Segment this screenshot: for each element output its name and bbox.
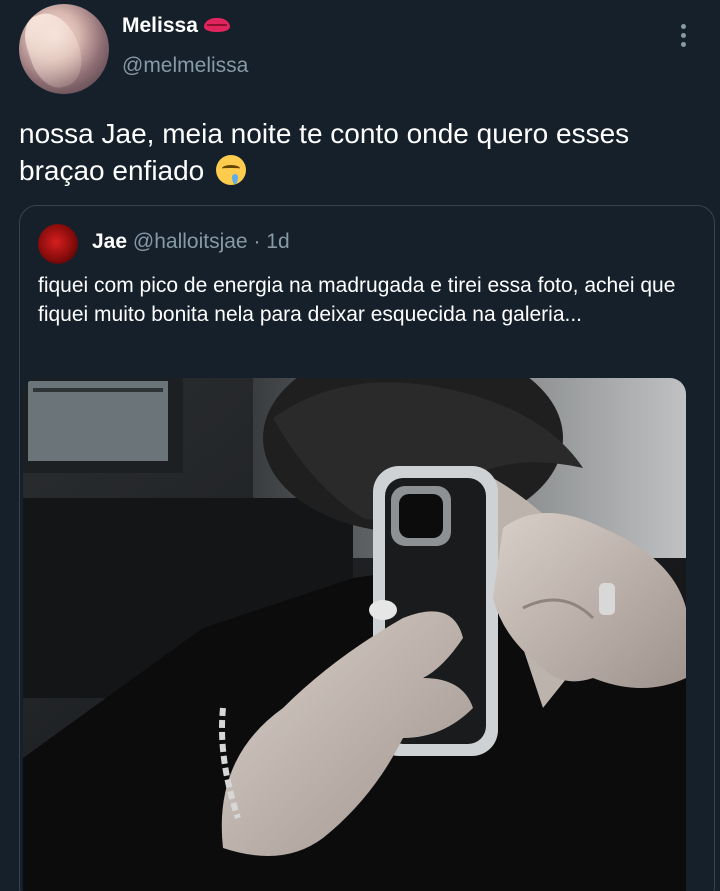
quoted-author-avatar[interactable] xyxy=(38,224,78,264)
quoted-tweet[interactable]: Jae @halloitsjae · 1d fiquei com pico de… xyxy=(19,205,715,891)
author-name-text: Melissa xyxy=(122,14,198,37)
quoted-tweet-text: fiquei com pico de energia na madrugada … xyxy=(38,274,676,326)
author-display-name[interactable]: Melissa xyxy=(122,14,230,38)
quoted-author-name[interactable]: Jae xyxy=(92,230,127,253)
quoted-header: Jae @halloitsjae · 1d xyxy=(92,230,290,254)
tweet-view: Melissa @melmelissa nossa Jae, meia noit… xyxy=(0,0,720,891)
more-options-icon[interactable] xyxy=(676,24,690,50)
drooling-face-icon xyxy=(216,155,247,185)
quoted-media-image[interactable] xyxy=(23,378,686,891)
tweet-text: nossa Jae, meia noite te conto onde quer… xyxy=(19,115,709,189)
quoted-timestamp[interactable]: 1d xyxy=(266,230,289,253)
quoted-author-handle[interactable]: @halloitsjae xyxy=(133,230,248,253)
author-handle[interactable]: @melmelissa xyxy=(122,54,248,78)
kiss-mark-icon xyxy=(203,18,230,32)
author-avatar[interactable] xyxy=(19,4,109,94)
quoted-separator: · xyxy=(253,230,261,253)
tweet-text-content: nossa Jae, meia noite te conto onde quer… xyxy=(19,118,630,186)
